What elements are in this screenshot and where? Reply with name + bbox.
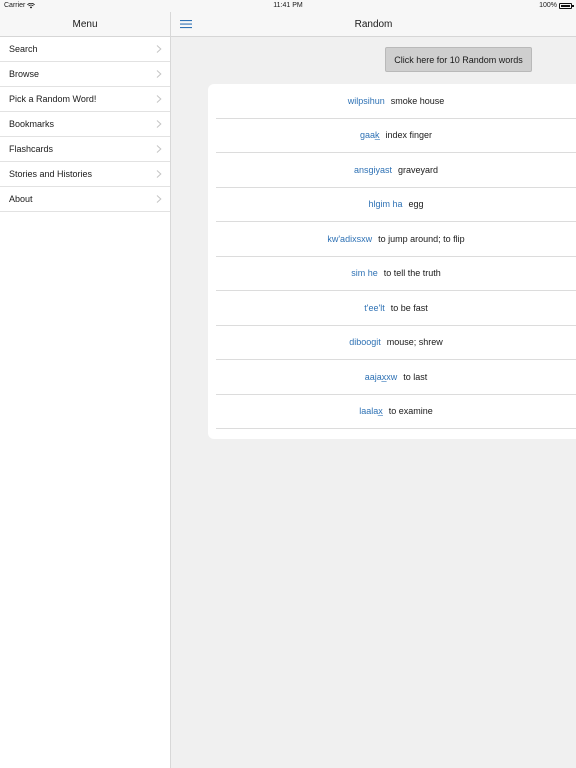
word-term-link[interactable]: aajax̲xw	[365, 372, 398, 382]
word-row[interactable]: gaak̲ index finger	[216, 119, 576, 153]
sidebar-item-flashcards[interactable]: Flashcards	[0, 137, 170, 162]
page-title: Random	[354, 19, 393, 30]
word-definition: to examine	[388, 406, 433, 417]
word-row[interactable]: laalax̲ to examine	[216, 395, 576, 429]
word-term-link[interactable]: sim he	[351, 268, 378, 278]
word-definition: index finger	[385, 130, 433, 141]
word-definition: egg	[408, 199, 424, 210]
sidebar-item-label: Pick a Random Word!	[9, 94, 97, 104]
word-term-link[interactable]: diboogit	[349, 337, 381, 347]
word-list-card: wilpsihun smoke house gaak̲ index finger…	[208, 84, 576, 439]
word-term-link[interactable]: gaak̲	[360, 130, 380, 140]
word-term-link[interactable]: kw'adixsxw	[327, 234, 372, 244]
chevron-right-icon	[156, 145, 162, 153]
menu-list: Search Browse Pick a Random Word! Bookma…	[0, 37, 170, 212]
chevron-right-icon	[156, 70, 162, 78]
battery-percent: 100%	[539, 2, 557, 9]
main-header: Random	[171, 12, 576, 37]
main-panel: Random Click here for 10 Random words wi…	[171, 0, 576, 768]
sidebar-item-search[interactable]: Search	[0, 37, 170, 62]
word-row[interactable]: hlgim ha egg	[216, 188, 576, 222]
word-row[interactable]: diboogit mouse; shrew	[216, 326, 576, 360]
sidebar-header: Menu	[0, 12, 170, 37]
sidebar-item-random-word[interactable]: Pick a Random Word!	[0, 87, 170, 112]
sidebar-title: Menu	[72, 18, 98, 30]
word-row[interactable]: t'ee'lt to be fast	[216, 291, 576, 326]
word-row[interactable]: ansgiyast graveyard	[216, 153, 576, 188]
sidebar-item-label: About	[9, 194, 33, 204]
status-bar: Carrier 11:41 PM 100%	[0, 0, 576, 12]
sidebar-item-label: Search	[9, 44, 38, 54]
word-row[interactable]: wilpsihun smoke house	[216, 84, 576, 119]
word-definition: to last	[403, 371, 428, 382]
sidebar-item-about[interactable]: About	[0, 187, 170, 212]
word-definition: mouse; shrew	[386, 337, 443, 348]
chevron-right-icon	[156, 195, 162, 203]
word-row[interactable]: kw'adixsxw to jump around; to flip	[216, 222, 576, 257]
word-definition: graveyard	[398, 164, 439, 175]
sidebar-item-stories[interactable]: Stories and Histories	[0, 162, 170, 187]
sidebar: Menu Search Browse Pick a Random Word! B…	[0, 0, 171, 768]
sidebar-item-label: Bookmarks	[9, 119, 55, 129]
battery-group: 100%	[539, 2, 574, 9]
word-term-link[interactable]: ansgiyast	[354, 165, 392, 175]
word-term-link[interactable]: hlgim ha	[368, 199, 402, 209]
word-term-link[interactable]: laalax̲	[359, 406, 383, 416]
battery-icon	[559, 2, 574, 9]
chevron-right-icon	[156, 45, 162, 53]
sidebar-item-label: Stories and Histories	[9, 169, 93, 179]
sidebar-item-browse[interactable]: Browse	[0, 62, 170, 87]
word-term-link[interactable]: t'ee'lt	[364, 303, 384, 313]
word-row[interactable]: aajax̲xw to last	[216, 360, 576, 395]
word-list: wilpsihun smoke house gaak̲ index finger…	[216, 84, 576, 429]
sidebar-item-label: Browse	[9, 69, 40, 79]
word-definition: to jump around; to flip	[378, 233, 465, 244]
random-words-button[interactable]: Click here for 10 Random words	[385, 47, 532, 72]
sidebar-item-label: Flashcards	[9, 144, 54, 154]
chevron-right-icon	[156, 120, 162, 128]
word-definition: to tell the truth	[383, 268, 441, 279]
word-term-link[interactable]: wilpsihun	[348, 96, 385, 106]
word-definition: to be fast	[390, 302, 428, 313]
chevron-right-icon	[156, 95, 162, 103]
chevron-right-icon	[156, 170, 162, 178]
sidebar-item-bookmarks[interactable]: Bookmarks	[0, 112, 170, 137]
word-definition: smoke house	[390, 95, 445, 106]
word-row[interactable]: sim he to tell the truth	[216, 257, 576, 291]
clock: 11:41 PM	[273, 2, 303, 9]
